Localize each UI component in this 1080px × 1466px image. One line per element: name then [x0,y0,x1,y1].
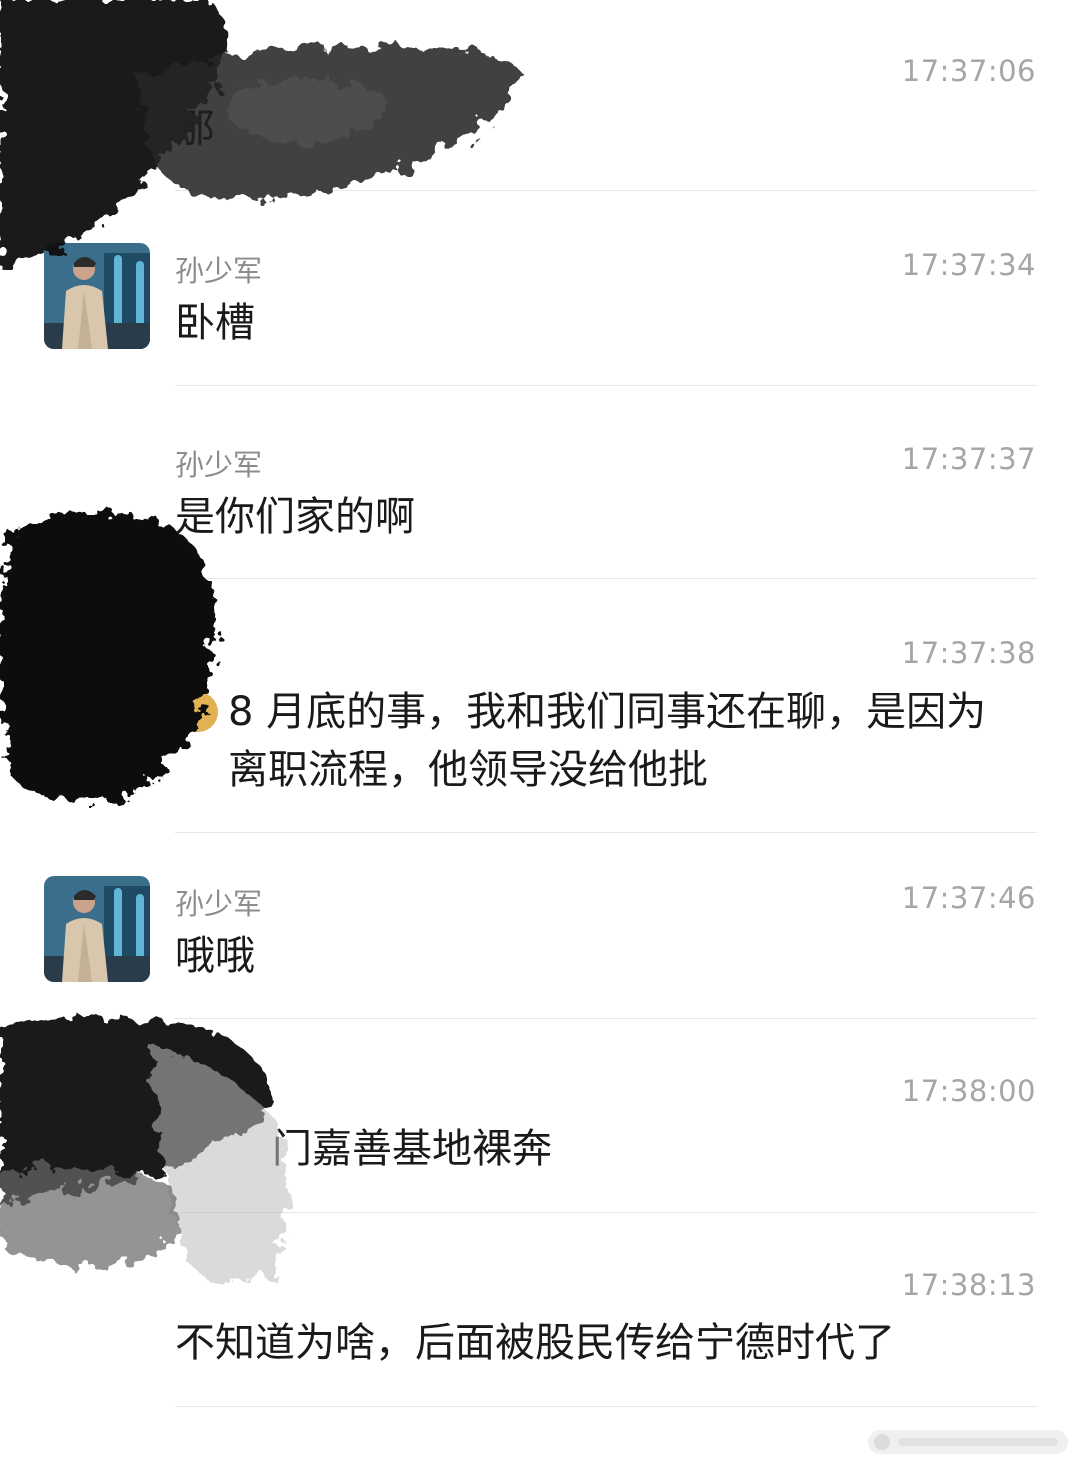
message-divider [175,832,1037,833]
message-time: 17:37:06 [901,54,1036,88]
message-text: 卧槽 [175,300,255,346]
message-time: 17:38:13 [901,1268,1036,1302]
message-divider [175,1018,1037,1019]
message-divider [175,385,1037,386]
message-text: 不知道为啥，后面被股民传给宁德时代了 [175,1320,895,1366]
message-time: 17:37:37 [901,442,1036,476]
message-time: 17:37:46 [901,881,1036,915]
message-text: 哦哦 [175,933,255,979]
message-divider [175,578,1037,579]
user-avatar[interactable] [44,876,150,982]
emoji-icon [178,692,218,732]
message-text: 那 [175,106,215,152]
message-time: 17:37:34 [901,248,1036,282]
sender-name[interactable]: 孙少军 [175,248,262,290]
message-time: 17:38:00 [901,1074,1036,1108]
sender-name[interactable]: 孙少军 [175,881,262,923]
message-text: 门嘉善基地裸奔 [272,1126,552,1172]
person-photo-avatar-icon [44,876,150,982]
message-divider [175,1212,1037,1213]
person-photo-avatar-icon [44,243,150,349]
message-text: 是你们家的啊 [175,494,415,540]
message-divider [175,190,1037,191]
watermark [868,1428,1068,1456]
message-divider [175,1406,1037,1407]
sender-name[interactable]: 孙少军 [175,442,262,484]
message-text: 8 月底的事，我和我们同事还在聊，是因为离职流程，他领导没给他批 [228,689,987,793]
user-avatar[interactable] [44,243,150,349]
message-time: 17:37:38 [901,636,1036,670]
